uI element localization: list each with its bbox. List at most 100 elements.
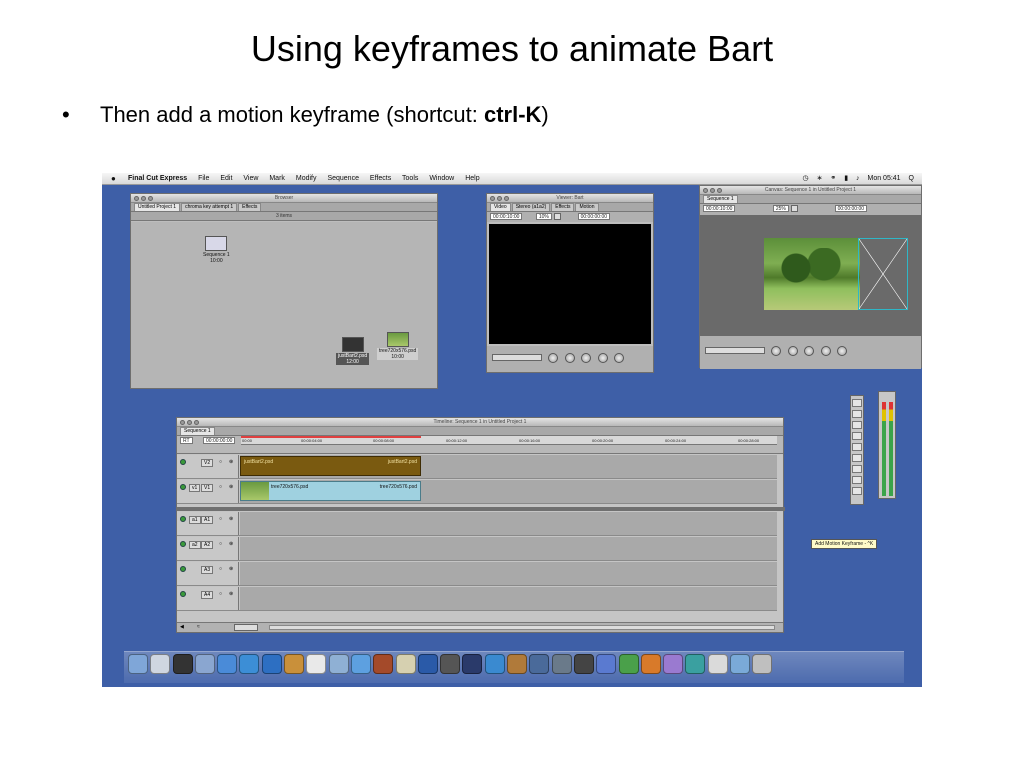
menu-sequence[interactable]: Sequence <box>327 175 359 182</box>
viewer-titlebar[interactable]: Viewer: Bart <box>487 194 653 203</box>
after-effects-icon[interactable] <box>462 654 483 674</box>
minimize-icon[interactable] <box>710 188 715 193</box>
zoom-icon[interactable] <box>717 188 722 193</box>
bart-bounding-box[interactable] <box>858 238 908 310</box>
stickies-icon[interactable] <box>685 654 706 674</box>
source-name[interactable]: v1 <box>189 484 201 492</box>
close-icon[interactable] <box>490 196 495 201</box>
source-name[interactable]: a1 <box>189 516 201 524</box>
lock-icon[interactable]: ○ <box>219 541 222 547</box>
browser-item[interactable]: Sequence 1 10:00 <box>203 236 230 264</box>
menu-mark[interactable]: Mark <box>269 175 285 182</box>
shuttle-slider[interactable] <box>705 347 765 355</box>
minimize-icon[interactable] <box>497 196 502 201</box>
menu-tools[interactable]: Tools <box>402 175 418 182</box>
close-icon[interactable] <box>180 420 185 425</box>
shuttle-slider[interactable] <box>492 354 542 362</box>
track-area[interactable] <box>240 562 777 585</box>
link-icon[interactable]: ⊛ <box>229 566 233 572</box>
imovie-icon[interactable] <box>373 654 394 674</box>
apple-menu-icon[interactable]: ● <box>111 173 116 185</box>
zoom-tool-icon[interactable] <box>852 465 862 473</box>
previous-edit-icon[interactable] <box>787 345 798 356</box>
close-icon[interactable] <box>703 188 708 193</box>
timeline-scrollbar[interactable] <box>269 625 775 630</box>
folder-icon[interactable] <box>730 654 751 674</box>
menu-clock[interactable]: Mon 05:41 <box>868 175 901 182</box>
hand-tool-icon[interactable] <box>852 454 862 462</box>
track-area[interactable] <box>240 537 777 560</box>
menu-file[interactable]: File <box>198 175 209 182</box>
menu-view[interactable]: View <box>243 175 258 182</box>
zoom-slider[interactable] <box>234 624 258 631</box>
track-area[interactable]: tree720x576.psd tree720x576.psd <box>240 480 777 503</box>
photoshop-icon[interactable] <box>417 654 438 674</box>
viewer-screen[interactable] <box>489 224 651 344</box>
selection-tool-icon[interactable] <box>852 399 862 407</box>
menu-edit[interactable]: Edit <box>220 175 232 182</box>
ical-icon[interactable] <box>306 654 327 674</box>
track-area[interactable] <box>240 587 777 610</box>
powerpoint-icon[interactable] <box>640 654 661 674</box>
track-name[interactable]: A3 <box>201 566 214 574</box>
tab-effects[interactable]: Effects <box>551 203 575 211</box>
canvas-duration-field[interactable]: 00:00:10:00 <box>703 205 736 212</box>
wifi-icon[interactable]: ⚭ <box>830 175 836 182</box>
mail-icon[interactable] <box>194 654 215 674</box>
address-book-icon[interactable] <box>284 654 305 674</box>
iphoto-icon[interactable] <box>328 654 349 674</box>
excel-icon[interactable] <box>618 654 639 674</box>
view-options-icon[interactable] <box>791 205 799 213</box>
track-select-tool-icon[interactable] <box>852 421 862 429</box>
menu-app-name[interactable]: Final Cut Express <box>128 175 187 182</box>
dashboard-icon[interactable] <box>172 654 193 674</box>
track-area[interactable] <box>240 512 777 535</box>
safari-icon[interactable] <box>217 654 238 674</box>
previous-edit-icon[interactable] <box>564 352 575 363</box>
track-audible-icon[interactable] <box>180 566 186 572</box>
link-icon[interactable]: ⊛ <box>229 541 233 547</box>
track-name[interactable]: A1 <box>201 516 214 524</box>
video-audio-divider[interactable] <box>177 507 785 511</box>
zoom-icon[interactable] <box>148 196 153 201</box>
play-icon[interactable] <box>581 352 592 363</box>
track-audible-icon[interactable] <box>180 516 186 522</box>
canvas-zoom-select[interactable]: 25% <box>772 205 789 212</box>
add-motion-keyframe-icon[interactable] <box>837 345 848 356</box>
edit-select-tool-icon[interactable] <box>852 410 862 418</box>
track-visibility-icon[interactable] <box>180 484 186 490</box>
viewer-zoom-select[interactable]: 10% <box>535 213 552 220</box>
expose-icon[interactable] <box>529 654 550 674</box>
track-audible-icon[interactable] <box>180 591 186 597</box>
lock-icon[interactable]: ○ <box>219 484 222 490</box>
link-icon[interactable]: ⊛ <box>229 459 233 465</box>
viewer-current-timecode[interactable]: 00:00:00:00 <box>577 213 611 220</box>
itunes-icon[interactable] <box>350 654 371 674</box>
preview-icon[interactable] <box>150 654 171 674</box>
time-machine-icon[interactable]: ◷ <box>803 175 809 182</box>
bluetooth-icon[interactable]: ∗ <box>817 175 823 182</box>
link-icon[interactable]: ⊛ <box>229 591 233 597</box>
viewer-duration-field[interactable]: 00:00:10:00 <box>490 213 523 220</box>
menu-window[interactable]: Window <box>429 175 454 182</box>
play-icon[interactable] <box>804 345 815 356</box>
tab-effects[interactable]: Effects <box>238 203 262 211</box>
track-area[interactable]: justBart2.psd justBart2.psd <box>240 455 777 478</box>
minimize-icon[interactable] <box>141 196 146 201</box>
track-name[interactable]: A4 <box>201 591 214 599</box>
rt-menu[interactable]: RT <box>180 437 193 444</box>
menu-modify[interactable]: Modify <box>296 175 317 182</box>
next-edit-icon[interactable] <box>820 345 831 356</box>
tab-motion[interactable]: Motion <box>575 203 599 211</box>
view-options-icon[interactable] <box>554 213 562 221</box>
flag-icon[interactable]: ▮ <box>844 175 848 182</box>
system-prefs-icon[interactable] <box>551 654 572 674</box>
garageband-icon[interactable] <box>507 654 528 674</box>
play-in-out-icon[interactable] <box>771 345 782 356</box>
play-in-out-icon[interactable] <box>548 352 559 363</box>
lock-icon[interactable]: ○ <box>219 591 222 597</box>
roll-tool-icon[interactable] <box>852 432 862 440</box>
zoom-icon[interactable] <box>504 196 509 201</box>
track-name[interactable]: V2 <box>201 459 214 467</box>
aperture-icon[interactable] <box>395 654 416 674</box>
